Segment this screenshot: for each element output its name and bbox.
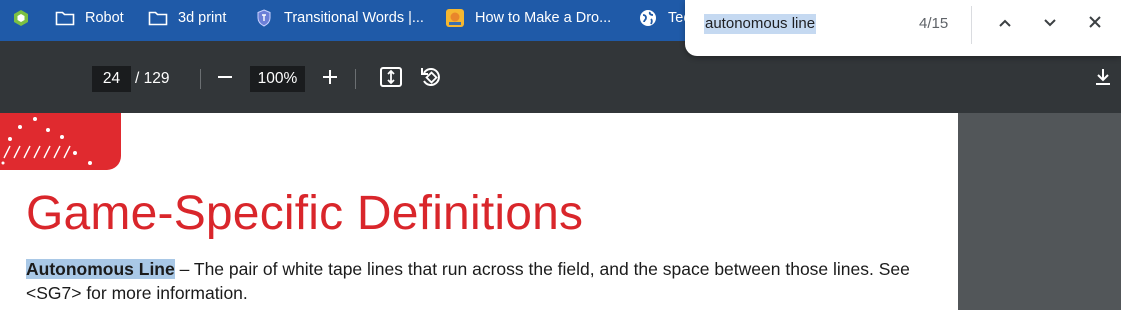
find-input[interactable]: autonomous line [704,14,817,34]
toolbar-divider [200,69,201,89]
bookmark-transitional-words[interactable]: Transitional Words |... [254,0,424,36]
hexagon-app-icon [11,8,31,28]
shield-favicon [254,8,274,28]
bookmark-how-to-make-a-drone[interactable]: How to Make a Dro... [445,0,611,36]
globe-icon [638,8,658,28]
rotate-button[interactable] [416,64,446,94]
page-total: / 129 [135,70,170,87]
folder-icon [148,8,168,28]
chevron-up-icon [998,15,1012,33]
zoom-in-button[interactable] [315,64,345,94]
folder-icon [55,8,75,28]
find-next-button[interactable] [1038,12,1062,36]
toolbar-divider [355,69,356,89]
plus-icon [322,69,338,90]
bookmark-robot[interactable]: Robot [55,0,124,36]
find-bar: autonomous line 4/15 [685,0,1121,56]
document-heading: Game-Specific Definitions [26,187,584,240]
zoom-out-button[interactable] [210,64,240,94]
site-favicon [445,8,465,28]
fit-page-icon [379,66,403,93]
minus-icon [217,69,233,90]
bookmark-tee[interactable]: Tee [638,0,691,36]
definition-paragraph: Autonomous Line – The pair of white tape… [26,257,926,305]
pdf-page: Game-Specific Definitions Autonomous Lin… [0,113,958,310]
decorative-header-graphic [0,113,121,170]
find-close-button[interactable] [1083,12,1107,36]
chevron-down-icon [1043,15,1057,33]
bookmark-label: Robot [85,10,124,26]
bookmark-label: Transitional Words |... [284,10,424,26]
bookmark-3d-print[interactable]: 3d print [148,0,226,36]
bookmark-label: How to Make a Dro... [475,10,612,26]
fit-to-page-button[interactable] [376,64,406,94]
download-icon [1094,67,1112,92]
find-previous-button[interactable] [993,12,1017,36]
bookmark-label: 3d print [178,10,227,26]
search-highlight-term: Autonomous Line [26,259,175,279]
find-match-count: 4/15 [919,15,949,32]
close-icon [1088,15,1102,34]
find-divider [971,6,972,44]
page-number-input[interactable]: 24 [92,66,131,92]
download-button[interactable] [1088,64,1118,94]
extension-icon[interactable] [11,0,31,36]
viewer-gutter [958,113,1121,310]
zoom-level-input[interactable]: 100% [250,66,305,92]
rotate-icon [419,65,443,94]
